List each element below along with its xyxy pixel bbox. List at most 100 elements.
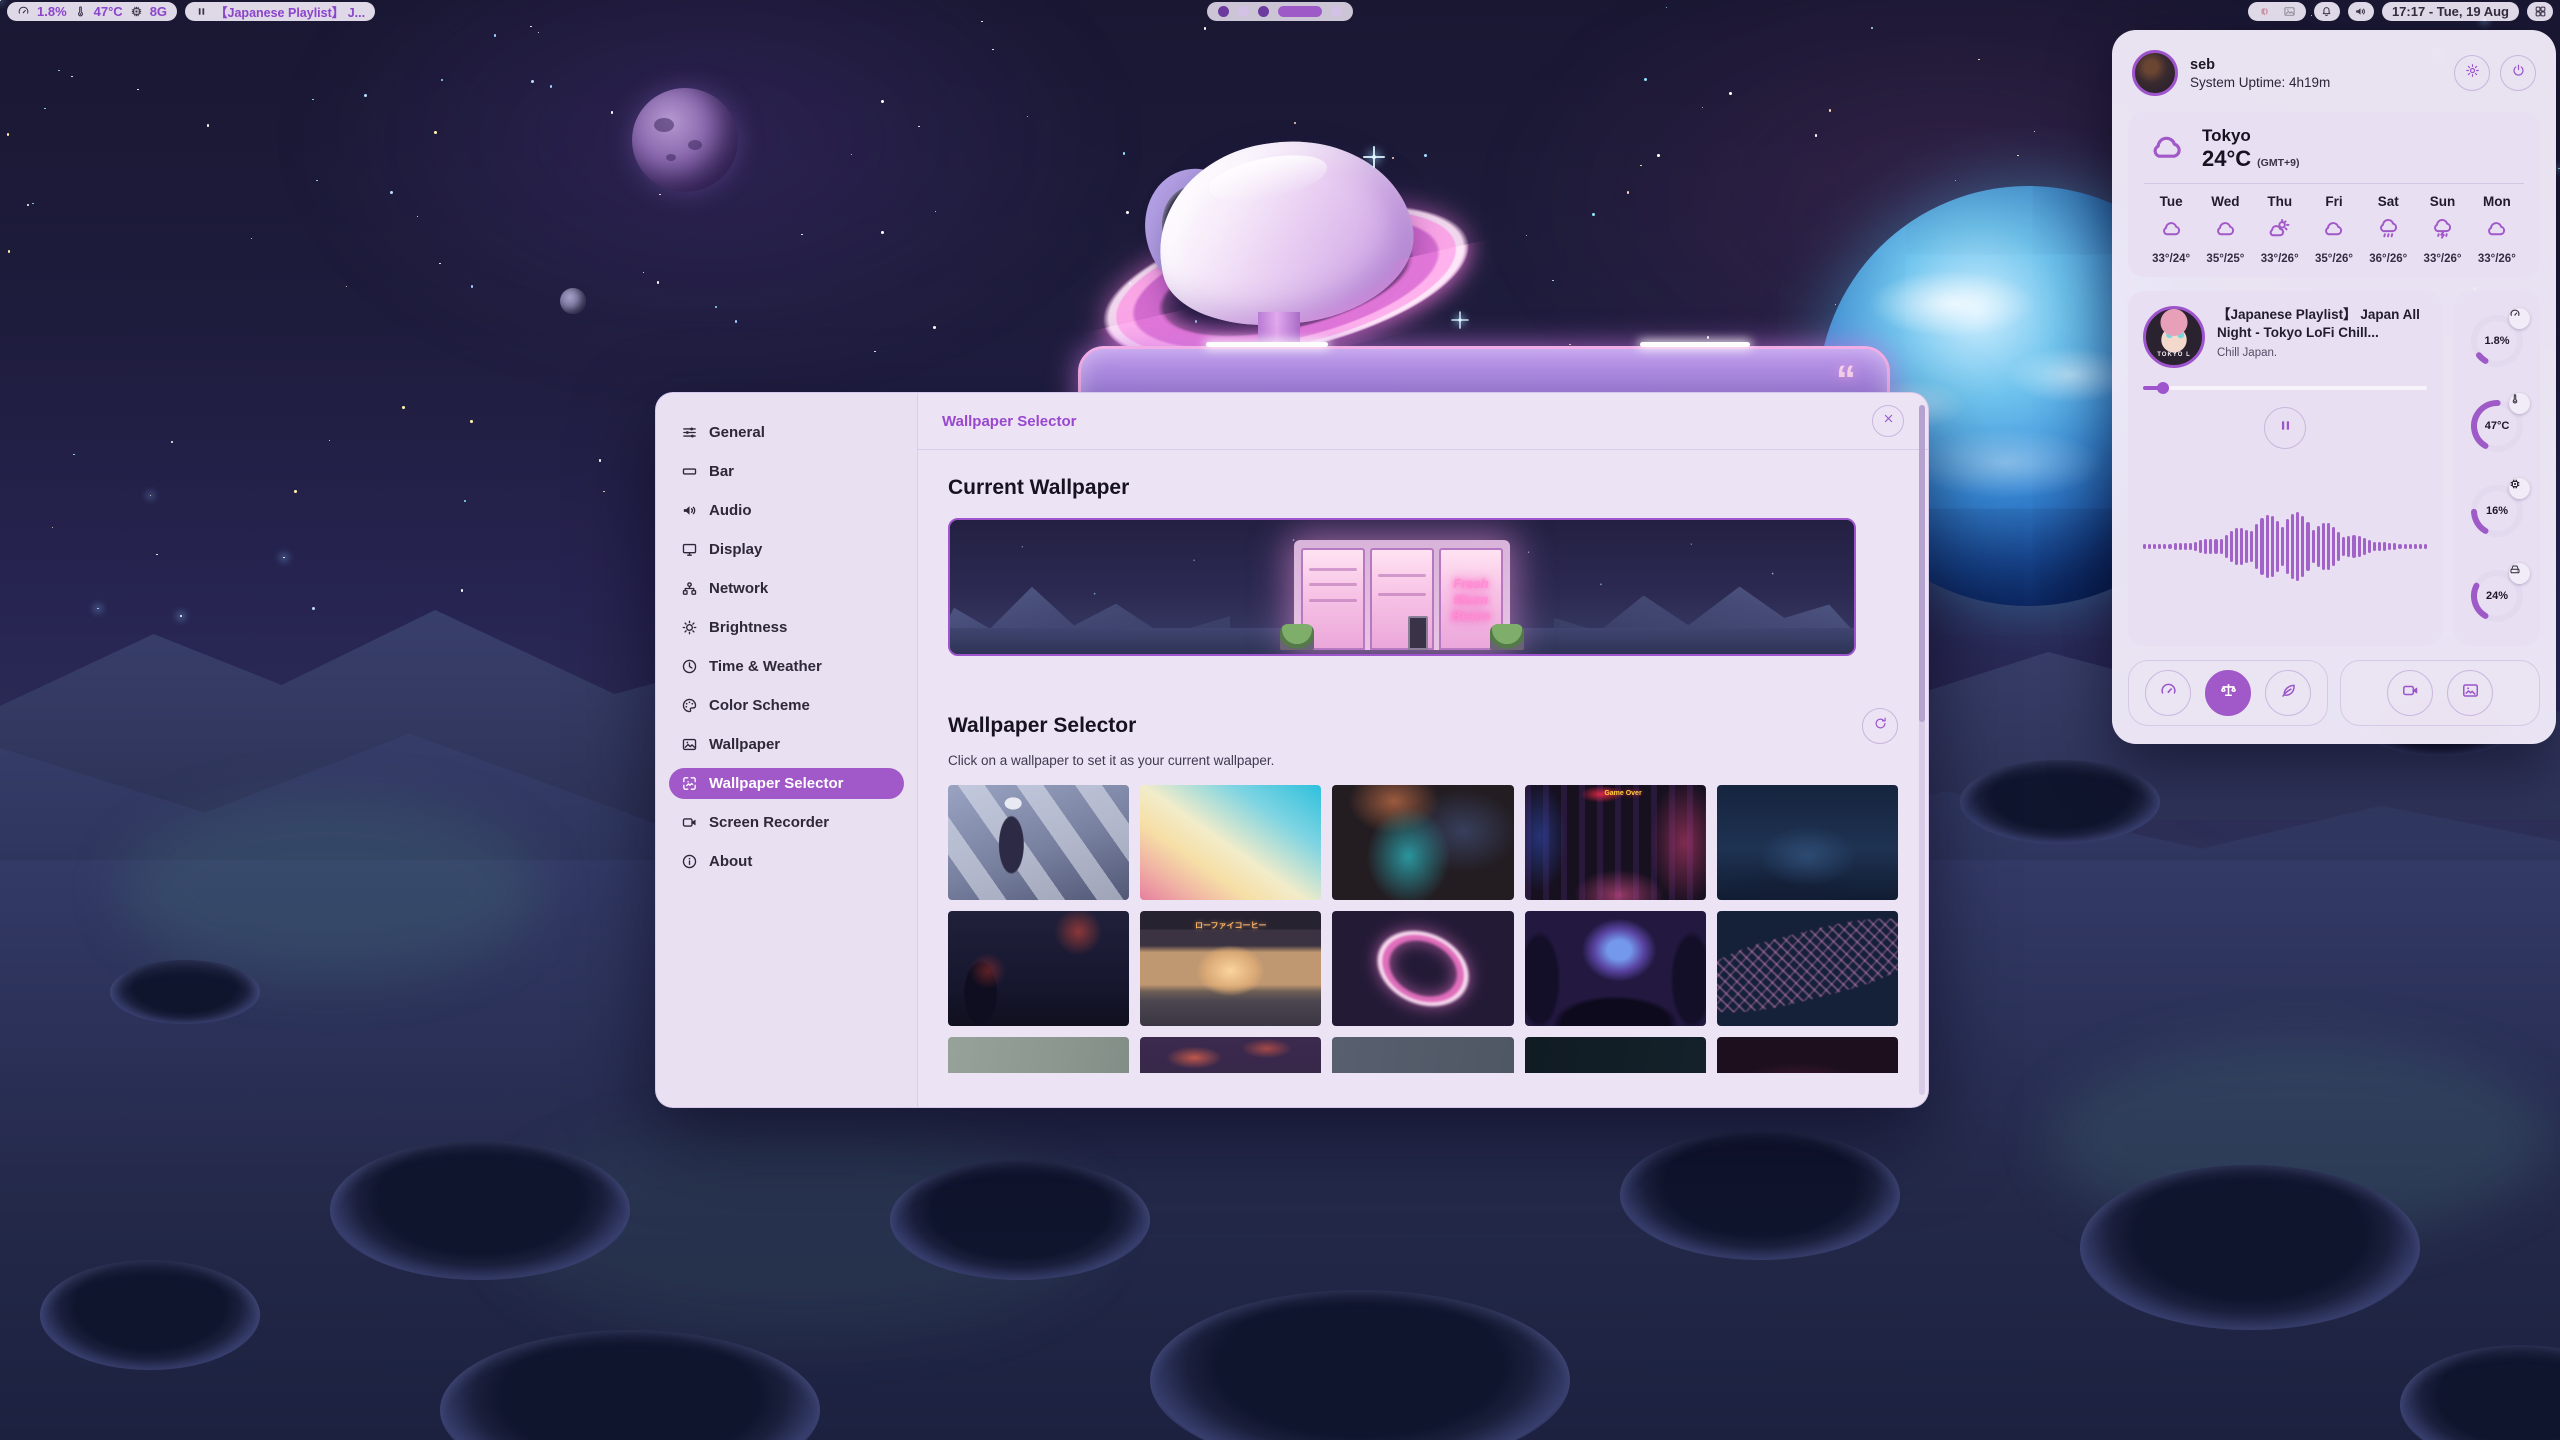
wallpaper-thumbnail[interactable] [1717, 1037, 1898, 1073]
waveform-bar [2271, 516, 2274, 577]
speaker-icon [681, 502, 698, 519]
media-widget-label: 【Japanese Playlist】 J... [215, 2, 365, 21]
workspace-dot-5[interactable] [1331, 6, 1342, 17]
scrollbar-thumb[interactable] [1919, 405, 1925, 722]
power-icon [2511, 63, 2526, 83]
wallpaper-thumbnail[interactable] [948, 785, 1129, 900]
waveform-bar [2245, 530, 2248, 563]
media-widget[interactable]: 【Japanese Playlist】 J... [185, 2, 375, 21]
wallpaper-thumbnail[interactable] [1717, 911, 1898, 1026]
wallpaper-thumbnail[interactable] [948, 911, 1129, 1026]
star [550, 85, 552, 87]
sidebar-item-brightness[interactable]: Brightness [669, 612, 904, 643]
star [1123, 152, 1126, 155]
wallpaper-thumbnail[interactable] [1525, 911, 1706, 1026]
power-profile-group [2128, 660, 2328, 726]
sidebar-item-bar[interactable]: Bar [669, 456, 904, 487]
sidebar-item-screen-recorder[interactable]: Screen Recorder [669, 807, 904, 838]
wallpaper-thumbnail[interactable] [1525, 1037, 1706, 1073]
grid-icon [2534, 5, 2547, 18]
avatar [2132, 50, 2178, 96]
power-button[interactable] [2500, 55, 2536, 91]
power-saver-profile-button[interactable] [2265, 670, 2311, 716]
clock-icon [681, 658, 698, 675]
screenshot-button[interactable] [2447, 670, 2493, 716]
star [402, 406, 405, 409]
slider-knob[interactable] [2157, 382, 2169, 394]
settings-button[interactable] [2454, 55, 2490, 91]
current-wallpaper-heading: Current Wallpaper [948, 476, 1898, 500]
overview-button[interactable] [2527, 2, 2553, 21]
sidebar-item-display[interactable]: Display [669, 534, 904, 565]
clock-widget[interactable]: 17:17 - Tue, 19 Aug [2382, 2, 2519, 21]
waveform-bar [2194, 542, 2197, 552]
screen-record-button[interactable] [2387, 670, 2433, 716]
waveform-bar [2368, 540, 2371, 553]
star [1204, 27, 1206, 29]
system-stats-widget[interactable]: 1.8% 47°C 8G [7, 2, 177, 21]
wallpaper-thumbnail[interactable] [948, 1037, 1129, 1073]
waveform-bar [2220, 539, 2223, 555]
waveform-bar [2214, 539, 2217, 554]
sidebar-item-label: Audio [709, 502, 752, 519]
wallpaper-thumbnail[interactable] [1332, 785, 1513, 900]
close-button[interactable] [1872, 405, 1904, 437]
chip-icon [2509, 478, 2530, 499]
workspace-dot-4-active[interactable] [1278, 6, 1322, 17]
star [881, 231, 884, 234]
pause-button[interactable] [2264, 407, 2306, 449]
sidebar-item-label: Display [709, 541, 762, 558]
waveform-bar [2337, 532, 2340, 562]
sidebar-item-network[interactable]: Network [669, 573, 904, 604]
sidebar-item-general[interactable]: General [669, 417, 904, 448]
sidebar-item-about[interactable]: About [669, 846, 904, 877]
performance-profile-button[interactable] [2145, 670, 2191, 716]
media-progress-slider[interactable] [2143, 382, 2427, 394]
cpu-usage: 1.8% [37, 4, 67, 19]
scrollbar[interactable] [1919, 405, 1925, 1095]
sidebar-item-wallpaper-selector[interactable]: Wallpaper Selector [669, 768, 904, 799]
workspace-dot-3[interactable] [1258, 6, 1269, 17]
moon-crater [440, 1330, 820, 1440]
cafe-plant [1490, 624, 1524, 650]
balanced-profile-button[interactable] [2205, 670, 2251, 716]
tray-app-icon-1[interactable] [2258, 5, 2271, 18]
wallpaper-thumbnail[interactable] [1332, 911, 1513, 1026]
wallpaper-thumbnail[interactable] [1140, 1037, 1321, 1073]
workspace-dot-2[interactable] [1238, 6, 1249, 17]
wallpaper-thumbnail[interactable]: Game Over [1525, 785, 1706, 900]
wallpaper-thumbnail[interactable] [1140, 785, 1321, 900]
thumbnail-sign-text: ローファイコーヒー [1140, 920, 1321, 931]
star [1707, 336, 1709, 338]
waveform-bar [2388, 543, 2391, 551]
wallpaper-thumbnail[interactable] [1332, 1037, 1513, 1073]
refresh-button[interactable] [1862, 708, 1898, 744]
wallpaper-thumbnail[interactable] [1717, 785, 1898, 900]
star [933, 326, 936, 329]
wallpaper-icon [681, 775, 698, 792]
wallpaper-thumbnail[interactable]: ローファイコーヒー [1140, 911, 1321, 1026]
waveform-bar [2235, 528, 2238, 565]
workspace-dot-1[interactable] [1218, 6, 1229, 17]
star [1871, 27, 1873, 29]
star [801, 234, 803, 236]
sidebar-item-wallpaper[interactable]: Wallpaper [669, 729, 904, 760]
tray-app-icon-2[interactable] [2283, 5, 2296, 18]
settings-window: General Bar Audio Display Network Bright… [655, 392, 1929, 1108]
speaker-icon [2354, 5, 2367, 18]
sidebar-item-color-scheme[interactable]: Color Scheme [669, 690, 904, 721]
waveform-bar [2184, 543, 2187, 549]
sidebar-item-time-weather[interactable]: Time & Weather [669, 651, 904, 682]
waveform-bar [2322, 523, 2325, 570]
forecast-day: Fri 35°/26° [2307, 194, 2361, 265]
storm-icon [2430, 216, 2455, 246]
waveform-bar [2373, 542, 2376, 551]
star [283, 557, 284, 558]
star [417, 216, 418, 217]
volume-button[interactable] [2348, 2, 2374, 21]
sidebar-item-audio[interactable]: Audio [669, 495, 904, 526]
notifications-button[interactable] [2314, 2, 2340, 21]
sidebar-item-label: General [709, 424, 765, 441]
waveform-bar [2153, 544, 2156, 548]
waveform-bar [2158, 544, 2161, 549]
